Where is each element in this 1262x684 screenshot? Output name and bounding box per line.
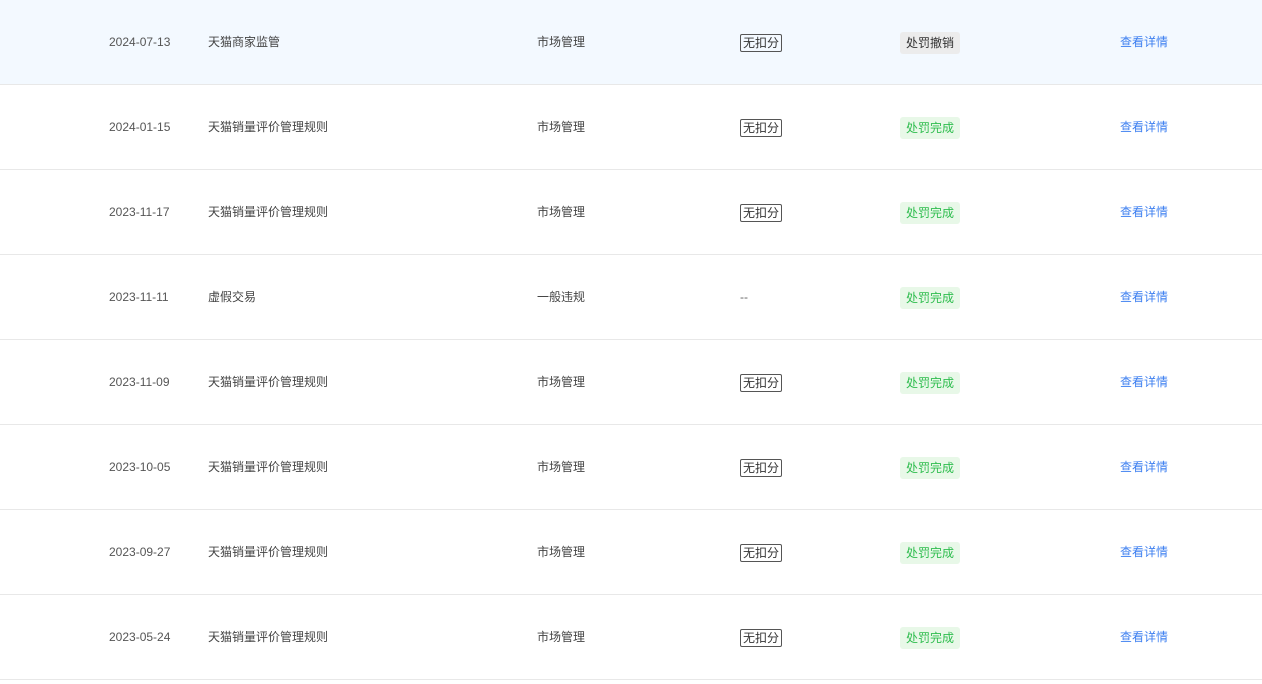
status-badge: 处罚完成 (900, 116, 961, 139)
view-details-link[interactable]: 查看详情 (1120, 375, 1168, 389)
status-badge: 处罚完成 (900, 456, 961, 479)
view-details-link[interactable]: 查看详情 (1120, 545, 1168, 559)
status-cell: 处罚完成 (900, 170, 961, 254)
violation-type: 市场管理 (537, 120, 586, 134)
status-badge: 处罚完成 (900, 541, 961, 564)
view-details-link[interactable]: 查看详情 (1120, 35, 1168, 49)
violation-type: 市场管理 (537, 35, 586, 49)
status-cell: 处罚完成 (900, 255, 961, 339)
status-cell: 处罚完成 (900, 595, 961, 679)
record-date: 2023-10-05 (109, 460, 171, 474)
score-cell: 无扣分 (740, 85, 783, 169)
record-date: 2023-11-11 (109, 290, 169, 304)
violation-type: 市场管理 (537, 545, 586, 559)
violation-type: 市场管理 (537, 630, 586, 644)
penalty-records-table: 2024-07-13 天猫商家监管 市场管理 无扣分 处罚撤销 查看详情 202… (0, 0, 1262, 680)
score-cell: 无扣分 (740, 510, 783, 594)
record-date: 2023-11-17 (109, 205, 170, 219)
score-deduction: 无扣分 (740, 118, 783, 137)
violation-type: 一般违规 (537, 290, 586, 304)
table-row: 2024-07-13 天猫商家监管 市场管理 无扣分 处罚撤销 查看详情 (0, 0, 1262, 85)
violation-type: 市场管理 (537, 460, 586, 474)
view-details-link[interactable]: 查看详情 (1120, 120, 1168, 134)
table-row: 2023-09-27 天猫销量评价管理规则 市场管理 无扣分 处罚完成 查看详情 (0, 510, 1262, 595)
score-cell: 无扣分 (740, 340, 783, 424)
view-details-link[interactable]: 查看详情 (1120, 460, 1168, 474)
violation-rule: 天猫销量评价管理规则 (208, 375, 329, 389)
score-cell: 无扣分 (740, 595, 783, 679)
table-row: 2023-11-09 天猫销量评价管理规则 市场管理 无扣分 处罚完成 查看详情 (0, 340, 1262, 425)
view-details-link[interactable]: 查看详情 (1120, 630, 1168, 644)
table-row: 2023-05-24 天猫销量评价管理规则 市场管理 无扣分 处罚完成 查看详情 (0, 595, 1262, 680)
score-deduction: -- (740, 290, 748, 304)
table-row: 2023-11-17 天猫销量评价管理规则 市场管理 无扣分 处罚完成 查看详情 (0, 170, 1262, 255)
violation-rule: 天猫商家监管 (208, 35, 281, 49)
record-date: 2024-01-15 (109, 120, 171, 134)
violation-rule: 虚假交易 (208, 290, 257, 304)
table-row: 2023-11-11 虚假交易 一般违规 -- 处罚完成 查看详情 (0, 255, 1262, 340)
table-row: 2023-10-05 天猫销量评价管理规则 市场管理 无扣分 处罚完成 查看详情 (0, 425, 1262, 510)
status-badge: 处罚撤销 (900, 31, 961, 54)
score-deduction: 无扣分 (740, 373, 783, 392)
action-cell: 查看详情 (1120, 340, 1168, 424)
view-details-link[interactable]: 查看详情 (1120, 290, 1168, 304)
view-details-link[interactable]: 查看详情 (1120, 205, 1168, 219)
violation-rule: 天猫销量评价管理规则 (208, 120, 329, 134)
status-badge: 处罚完成 (900, 201, 961, 224)
violation-type: 市场管理 (537, 205, 586, 219)
action-cell: 查看详情 (1120, 425, 1168, 509)
violation-rule: 天猫销量评价管理规则 (208, 205, 329, 219)
status-cell: 处罚撤销 (900, 0, 961, 84)
action-cell: 查看详情 (1120, 85, 1168, 169)
score-deduction: 无扣分 (740, 33, 783, 52)
score-deduction: 无扣分 (740, 458, 783, 477)
violation-rule: 天猫销量评价管理规则 (208, 460, 329, 474)
action-cell: 查看详情 (1120, 595, 1168, 679)
action-cell: 查看详情 (1120, 510, 1168, 594)
status-cell: 处罚完成 (900, 340, 961, 424)
violation-rule: 天猫销量评价管理规则 (208, 630, 329, 644)
score-cell: 无扣分 (740, 170, 783, 254)
action-cell: 查看详情 (1120, 170, 1168, 254)
score-deduction: 无扣分 (740, 628, 783, 647)
score-cell: -- (740, 255, 748, 339)
status-badge: 处罚完成 (900, 626, 961, 649)
score-cell: 无扣分 (740, 425, 783, 509)
status-cell: 处罚完成 (900, 510, 961, 594)
record-date: 2023-09-27 (109, 545, 171, 559)
status-badge: 处罚完成 (900, 371, 961, 394)
violation-rule: 天猫销量评价管理规则 (208, 545, 329, 559)
violation-type: 市场管理 (537, 375, 586, 389)
score-deduction: 无扣分 (740, 543, 783, 562)
action-cell: 查看详情 (1120, 255, 1168, 339)
record-date: 2023-11-09 (109, 375, 170, 389)
status-badge: 处罚完成 (900, 286, 961, 309)
record-date: 2023-05-24 (109, 630, 171, 644)
action-cell: 查看详情 (1120, 0, 1168, 84)
status-cell: 处罚完成 (900, 85, 961, 169)
table-row: 2024-01-15 天猫销量评价管理规则 市场管理 无扣分 处罚完成 查看详情 (0, 85, 1262, 170)
record-date: 2024-07-13 (109, 35, 171, 49)
score-cell: 无扣分 (740, 0, 783, 84)
status-cell: 处罚完成 (900, 425, 961, 509)
score-deduction: 无扣分 (740, 203, 783, 222)
